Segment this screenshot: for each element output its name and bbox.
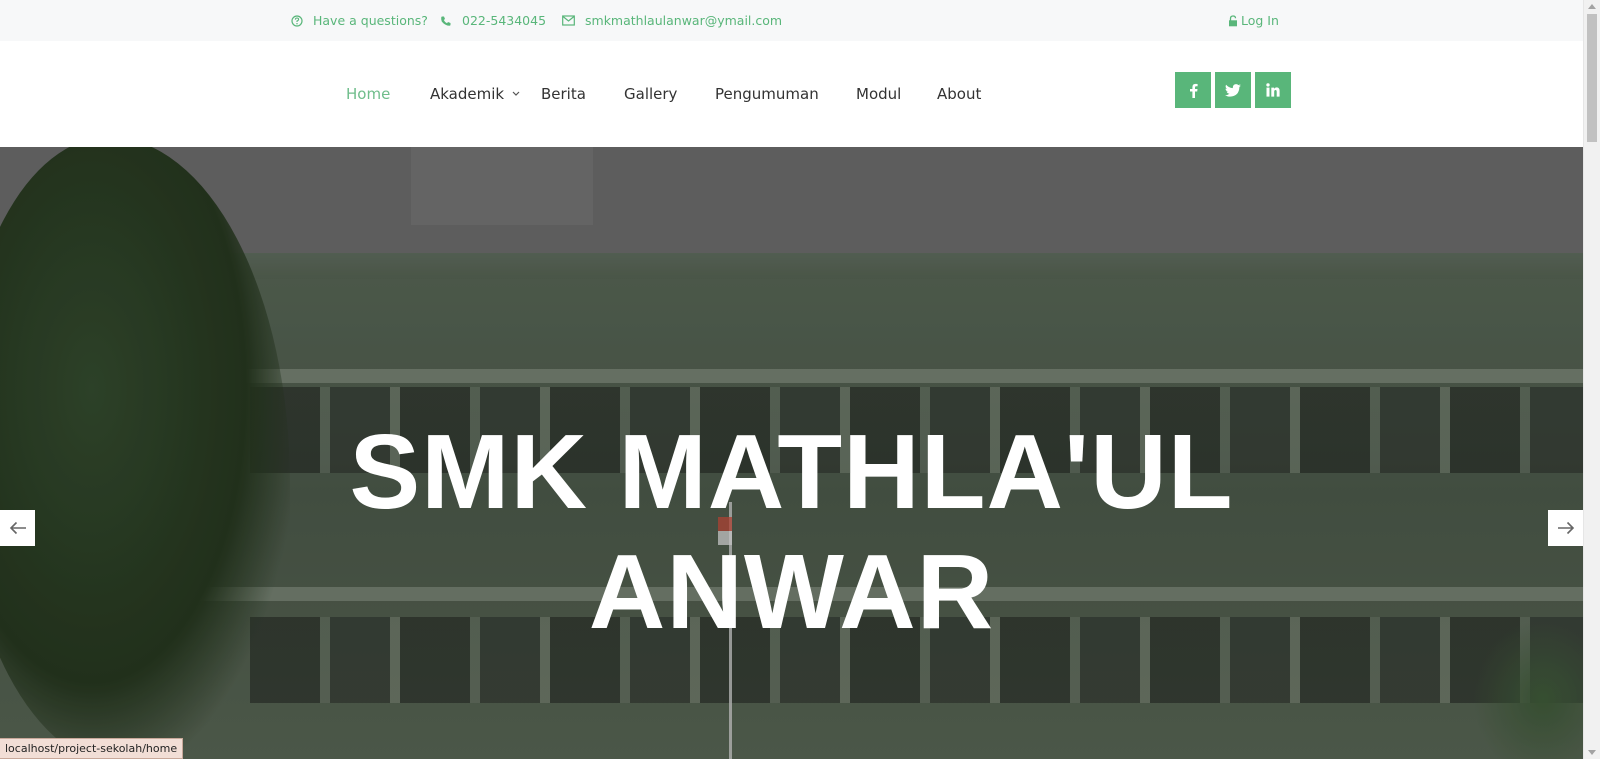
slider-prev-button[interactable] bbox=[0, 510, 35, 546]
lock-icon bbox=[1229, 14, 1237, 26]
arrow-left-icon bbox=[9, 521, 26, 535]
top-contact-bar: Have a questions? 022-5434045 smkmathlau… bbox=[0, 0, 1583, 41]
chevron-down-icon bbox=[512, 91, 520, 96]
page-scrollbar[interactable] bbox=[1583, 0, 1600, 759]
linkedin-icon bbox=[1266, 83, 1280, 97]
scrollbar-thumb[interactable] bbox=[1587, 14, 1597, 142]
login-link[interactable]: Log In bbox=[1228, 0, 1279, 41]
phone-number: 022-5434045 bbox=[462, 13, 547, 28]
email-address: smkmathlaulanwar@ymail.com bbox=[585, 13, 783, 28]
nav-item-gallery[interactable]: Gallery bbox=[624, 85, 677, 103]
hero-title: SMK MATHLA'UL ANWAR bbox=[150, 412, 1433, 652]
linkedin-button[interactable] bbox=[1255, 72, 1291, 108]
question-contact[interactable]: Have a questions? bbox=[291, 0, 428, 41]
scroll-down-icon[interactable] bbox=[1588, 750, 1596, 755]
hero-title-line1: SMK MATHLA'UL bbox=[349, 413, 1234, 531]
email-contact[interactable]: smkmathlaulanwar@ymail.com bbox=[562, 0, 782, 41]
scroll-up-icon[interactable] bbox=[1588, 4, 1596, 9]
status-bar-url: localhost/project-sekolah/home bbox=[0, 738, 184, 759]
hero-title-line2: ANWAR bbox=[588, 533, 995, 651]
facebook-icon bbox=[1189, 83, 1198, 98]
mail-icon bbox=[562, 15, 575, 26]
nav-item-berita[interactable]: Berita bbox=[541, 85, 586, 103]
twitter-icon bbox=[1225, 83, 1241, 97]
phone-contact[interactable]: 022-5434045 bbox=[440, 0, 546, 41]
twitter-button[interactable] bbox=[1215, 72, 1251, 108]
question-text: Have a questions? bbox=[313, 13, 428, 28]
main-navbar: Home Akademik Berita Gallery Pengumuman … bbox=[0, 41, 1583, 147]
facebook-button[interactable] bbox=[1175, 72, 1211, 108]
slider-next-button[interactable] bbox=[1548, 510, 1583, 546]
nav-item-home[interactable]: Home bbox=[346, 85, 390, 103]
phone-icon bbox=[441, 16, 451, 26]
nav-item-akademik[interactable]: Akademik bbox=[430, 85, 520, 103]
arrow-right-icon bbox=[1557, 521, 1574, 535]
nav-item-about[interactable]: About bbox=[937, 85, 981, 103]
nav-item-pengumuman[interactable]: Pengumuman bbox=[715, 85, 819, 103]
nav-item-modul[interactable]: Modul bbox=[856, 85, 901, 103]
nav-item-akademik-label: Akademik bbox=[430, 85, 505, 103]
question-circle-icon bbox=[291, 14, 303, 27]
hero-slider: SMK MATHLA'UL ANWAR bbox=[0, 147, 1583, 759]
login-label: Log In bbox=[1241, 13, 1279, 28]
